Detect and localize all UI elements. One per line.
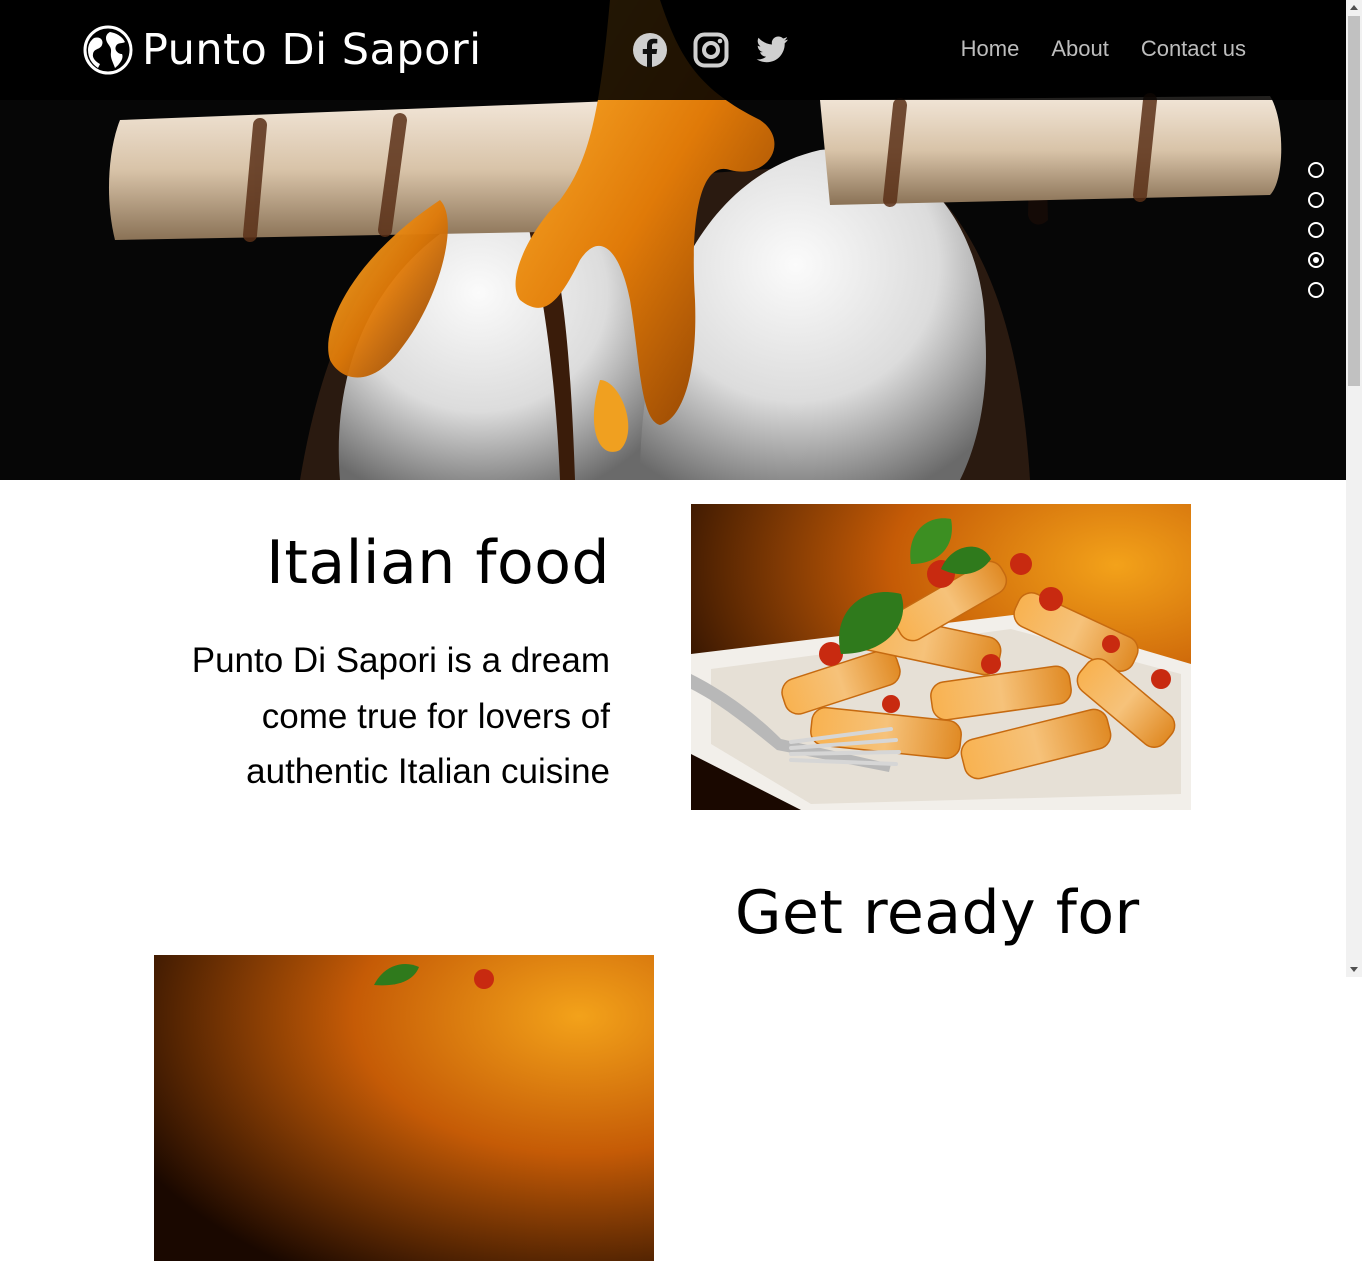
social-links: [632, 32, 790, 68]
twitter-link[interactable]: [754, 32, 790, 68]
top-navbar: Punto Di Sapori Home About Contact us: [0, 0, 1346, 100]
italian-food-heading: Italian food: [266, 528, 610, 598]
nav-about-link[interactable]: About: [1051, 36, 1109, 62]
italian-food-description: Punto Di Sapori is a dream come true for…: [191, 641, 610, 791]
scroll-up-arrow-icon[interactable]: [1350, 5, 1358, 10]
twitter-icon: [756, 36, 788, 63]
slider-dot[interactable]: [1308, 282, 1324, 298]
slider-dot[interactable]: [1308, 162, 1324, 178]
pasta-photo: [691, 504, 1191, 810]
nav-links: Home About Contact us: [961, 36, 1246, 62]
slider-pagination: [1308, 162, 1324, 298]
scrollbar-thumb[interactable]: [1348, 16, 1360, 386]
brand-link[interactable]: Punto Di Sapori: [82, 22, 482, 78]
hero-banner: Punto Di Sapori Home About Contact us: [0, 0, 1346, 480]
slider-dot[interactable]: [1308, 192, 1324, 208]
get-ready-heading: Get ready for: [735, 878, 1140, 948]
nav-home-link[interactable]: Home: [961, 36, 1020, 62]
facebook-link[interactable]: [632, 32, 668, 68]
pasta-photo-2: [154, 955, 654, 1261]
instagram-link[interactable]: [693, 32, 729, 68]
nav-contact-link[interactable]: Contact us: [1141, 36, 1246, 62]
globe-icon: [83, 25, 133, 75]
page-scrollbar[interactable]: [1346, 0, 1362, 977]
brand-name: Punto Di Sapori: [142, 25, 482, 75]
slider-dot-active[interactable]: [1308, 252, 1324, 268]
slider-dot[interactable]: [1308, 222, 1324, 238]
instagram-icon: [693, 32, 729, 68]
facebook-icon: [633, 33, 667, 67]
scroll-down-arrow-icon[interactable]: [1350, 967, 1358, 972]
